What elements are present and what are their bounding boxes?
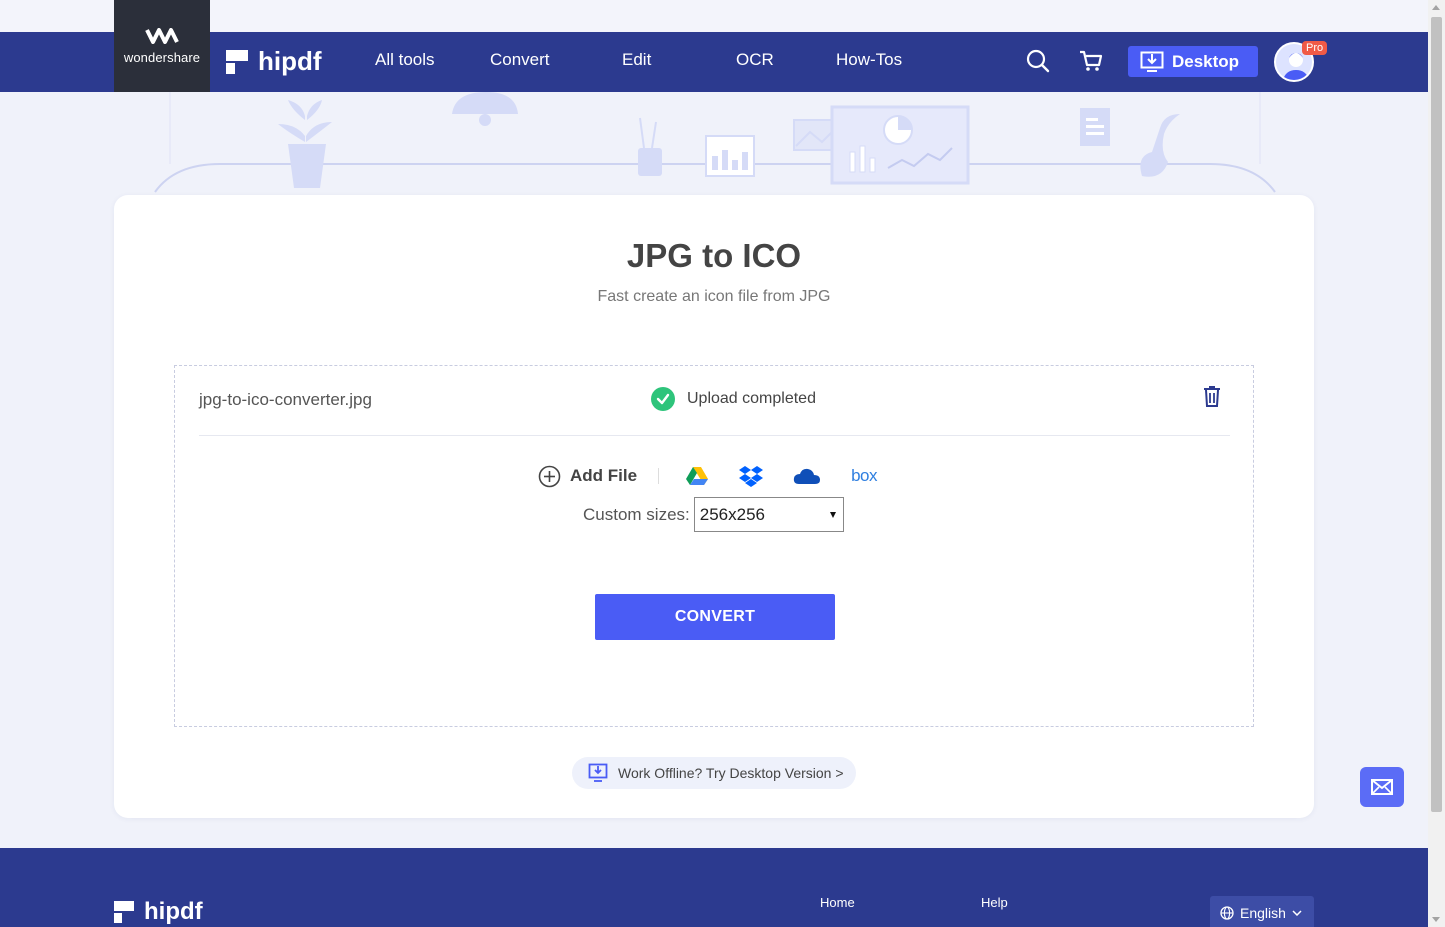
scroll-down-arrow-icon[interactable]	[1432, 917, 1440, 922]
search-icon[interactable]	[1025, 48, 1051, 74]
dropdown-arrow-icon	[829, 512, 836, 518]
hipdf-wordmark: hipdf	[258, 46, 322, 76]
plus-circle-icon	[538, 465, 561, 487]
page-subtitle: Fast create an icon file from JPG	[597, 288, 831, 305]
custom-sizes-label: Custom sizes:	[583, 504, 690, 524]
wondershare-logo[interactable]: wondershare	[114, 0, 210, 92]
pro-badge: Pro	[1302, 41, 1328, 55]
desktop-download-icon	[588, 763, 608, 782]
cart-icon[interactable]	[1078, 48, 1104, 74]
desktop-version-link[interactable]: Work Offline? Try Desktop Version >	[572, 757, 856, 789]
trash-icon[interactable]	[1202, 385, 1222, 412]
nav-edit[interactable]: Edit	[622, 50, 651, 70]
source-separator	[658, 468, 660, 484]
custom-sizes-select[interactable]: 256x256	[693, 497, 844, 532]
nav-how-tos[interactable]: How-Tos	[836, 50, 902, 70]
file-divider	[199, 435, 1230, 436]
desktop-label: Desktop	[1172, 51, 1240, 71]
add-file-label: Add File	[570, 466, 638, 485]
header-illustration	[154, 92, 1276, 193]
custom-sizes-row: Custom sizes: 256x256	[583, 497, 844, 532]
desktop-download-button[interactable]: Desktop	[1128, 46, 1258, 77]
box-icon[interactable]: box	[851, 466, 877, 486]
scrollbar-thumb[interactable]	[1431, 17, 1442, 812]
check-circle-icon	[651, 387, 675, 411]
chevron-down-icon	[1292, 910, 1302, 916]
google-drive-icon[interactable]	[685, 466, 709, 486]
wondershare-text: wondershare	[123, 50, 201, 65]
footer-wordmark: hipdf	[144, 898, 203, 925]
upload-status-text: Upload completed	[687, 390, 816, 407]
upload-dropzone[interactable]: jpg-to-ico-converter.jpg Upload complete…	[174, 365, 1254, 727]
footer-link-home[interactable]: Home	[820, 895, 855, 910]
convert-button[interactable]: CONVERT	[595, 594, 835, 640]
mail-icon[interactable]	[1360, 767, 1404, 807]
wondershare-mark-icon	[114, 28, 210, 44]
footer-link-help[interactable]: Help	[981, 895, 1008, 910]
onedrive-icon[interactable]	[793, 467, 821, 485]
footer-hipdf-logo[interactable]: hipdf	[114, 898, 203, 926]
scroll-up-arrow-icon[interactable]	[1432, 5, 1440, 10]
desktop-version-text: Work Offline? Try Desktop Version >	[618, 765, 844, 781]
language-label: English	[1240, 905, 1286, 921]
hipdf-logo[interactable]: hipdf	[226, 46, 322, 77]
file-source-row: Add File box	[538, 464, 877, 488]
top-strip	[0, 0, 1428, 32]
footer: hipdf Home Help English	[0, 848, 1428, 927]
hipdf-mark-icon	[226, 49, 248, 74]
desktop-download-icon	[1140, 51, 1164, 72]
converter-card: JPG to ICO Fast create an icon file from…	[114, 195, 1314, 818]
language-selector[interactable]: English	[1210, 896, 1314, 927]
hipdf-mark-icon	[114, 901, 134, 923]
nav-convert[interactable]: Convert	[490, 50, 550, 70]
upload-status: Upload completed	[651, 387, 816, 411]
nav-all-tools[interactable]: All tools	[375, 50, 435, 70]
add-file-button[interactable]: Add File	[538, 465, 637, 488]
page-scrollbar[interactable]	[1428, 0, 1445, 927]
page-title: JPG to ICO	[626, 237, 802, 274]
custom-sizes-value: 256x256	[699, 504, 765, 524]
globe-icon	[1220, 906, 1234, 920]
nav-ocr[interactable]: OCR	[736, 50, 774, 70]
dropbox-icon[interactable]	[739, 465, 764, 487]
uploaded-file-name: jpg-to-ico-converter.jpg	[199, 390, 372, 409]
